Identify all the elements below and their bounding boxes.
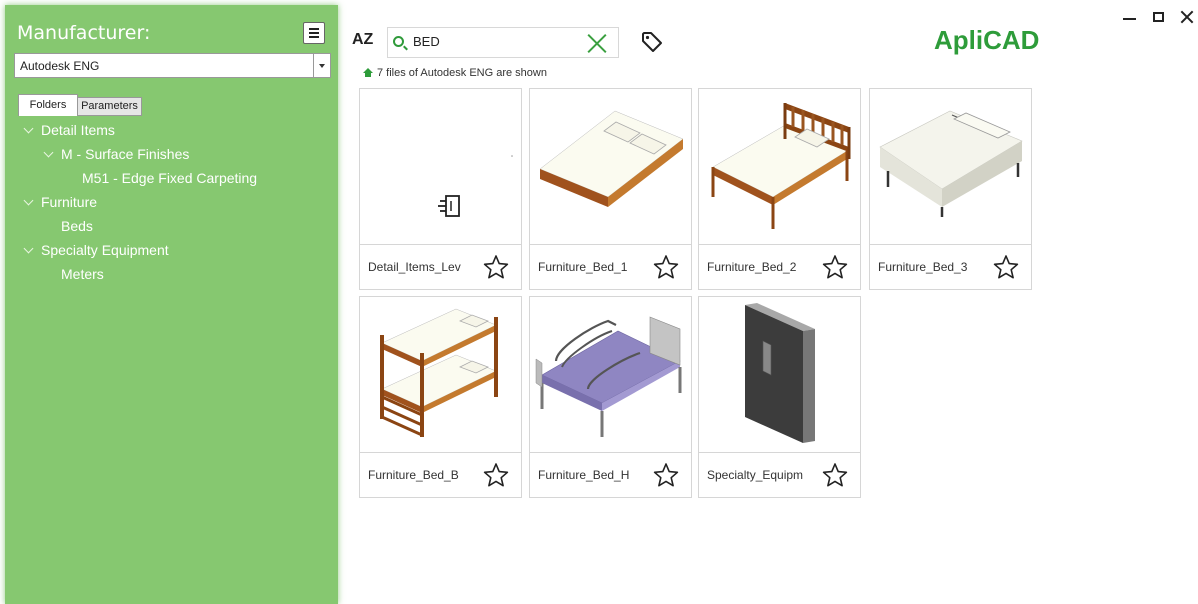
star-icon[interactable] — [653, 462, 679, 488]
card-name: Furniture_Bed_2 — [707, 260, 797, 274]
tree-item-label: M51 - Edge Fixed Carpeting — [82, 170, 258, 186]
tree-item-label: Detail Items — [41, 122, 115, 138]
card-footer: Specialty_Equipm — [699, 452, 860, 497]
chevron-down-icon[interactable] — [43, 147, 54, 158]
chevron-down-icon[interactable] — [23, 195, 34, 206]
app-window: Manufacturer: Autodesk ENG Folders Param… — [0, 0, 1198, 604]
status-line: 7 files of Autodesk ENG are shown — [363, 67, 547, 79]
tree-item-label: M - Surface Finishes — [61, 146, 190, 162]
tree-item-surface-finishes[interactable]: M - Surface Finishes — [43, 146, 190, 162]
file-card[interactable]: Specialty_Equipm — [698, 296, 861, 498]
tree-item-label: Furniture — [41, 194, 98, 210]
star-icon[interactable] — [483, 462, 509, 488]
brand-logo: ApliCAD — [934, 25, 1040, 55]
card-name: Specialty_Equipm — [707, 468, 804, 482]
hospital-bed-thumbnail — [535, 316, 682, 437]
tree-item-edge-fixed-carpeting[interactable]: M51 - Edge Fixed Carpeting — [82, 170, 257, 186]
tree-item-label: Specialty Equipment — [41, 242, 169, 258]
chevron-down-icon[interactable] — [313, 54, 330, 77]
chevron-down-icon[interactable] — [23, 243, 34, 254]
star-icon[interactable] — [653, 254, 679, 280]
close-icon[interactable] — [1180, 10, 1194, 24]
menu-button[interactable] — [303, 22, 325, 44]
file-card[interactable]: Furniture_Bed_2 — [698, 88, 861, 290]
minimize-icon[interactable] — [1123, 18, 1136, 20]
clear-search-icon[interactable] — [586, 32, 608, 54]
star-icon[interactable] — [822, 254, 848, 280]
file-card[interactable]: Furniture_Bed_1 — [529, 88, 692, 290]
file-card[interactable]: Detail_Items_Lev — [359, 88, 522, 290]
card-name: Detail_Items_Lev — [368, 260, 461, 274]
chevron-down-icon[interactable] — [23, 123, 34, 134]
tag-icon[interactable] — [640, 30, 664, 54]
card-name: Furniture_Bed_H — [538, 468, 630, 482]
bunk-bed-thumbnail — [380, 308, 498, 437]
file-card[interactable]: Furniture_Bed_B — [359, 296, 522, 498]
status-text: 7 files of Autodesk ENG are shown — [377, 67, 547, 79]
home-icon[interactable] — [363, 68, 373, 77]
card-footer: Detail_Items_Lev — [360, 244, 521, 289]
sort-label: AZ — [352, 31, 374, 48]
tab-folders[interactable]: Folders — [18, 94, 78, 116]
sort-az-icon[interactable]: AZ — [352, 31, 373, 49]
manufacturer-select-value: Autodesk ENG — [20, 59, 100, 73]
file-card[interactable]: Furniture_Bed_3 — [869, 88, 1032, 290]
tree-item-specialty-equipment[interactable]: Specialty Equipment — [23, 242, 169, 258]
sidebar: Manufacturer: Autodesk ENG Folders Param… — [5, 5, 338, 604]
bed-1-thumbnail — [539, 110, 684, 207]
search-box[interactable] — [387, 27, 619, 58]
specialty-equipment-thumbnail — [745, 303, 815, 443]
star-icon[interactable] — [822, 462, 848, 488]
file-card[interactable]: Furniture_Bed_H — [529, 296, 692, 498]
card-footer: Furniture_Bed_3 — [870, 244, 1031, 289]
detail-item-icon — [438, 155, 513, 217]
card-name: Furniture_Bed_1 — [538, 260, 628, 274]
star-icon[interactable] — [483, 254, 509, 280]
star-icon[interactable] — [993, 254, 1019, 280]
card-footer: Furniture_Bed_1 — [530, 244, 691, 289]
bed-2-thumbnail — [711, 103, 851, 229]
hamburger-icon — [309, 32, 319, 34]
tree-item-beds[interactable]: Beds — [61, 218, 93, 234]
tree-item-label: Meters — [61, 266, 104, 282]
tree-item-detail-items[interactable]: Detail Items — [23, 122, 115, 138]
manufacturer-title: Manufacturer: — [17, 22, 151, 44]
card-name: Furniture_Bed_3 — [878, 260, 968, 274]
tree-item-meters[interactable]: Meters — [61, 266, 104, 282]
tab-parameters[interactable]: Parameters — [77, 97, 142, 116]
card-footer: Furniture_Bed_2 — [699, 244, 860, 289]
tree-item-label: Beds — [61, 218, 93, 234]
bed-3-thumbnail — [879, 110, 1023, 217]
maximize-icon[interactable] — [1153, 12, 1164, 22]
card-footer: Furniture_Bed_B — [360, 452, 521, 497]
search-input[interactable] — [413, 34, 573, 49]
card-footer: Furniture_Bed_H — [530, 452, 691, 497]
tree-item-furniture[interactable]: Furniture — [23, 194, 98, 210]
manufacturer-select[interactable]: Autodesk ENG — [14, 53, 331, 78]
card-name: Furniture_Bed_B — [368, 468, 459, 482]
search-icon — [393, 36, 404, 47]
